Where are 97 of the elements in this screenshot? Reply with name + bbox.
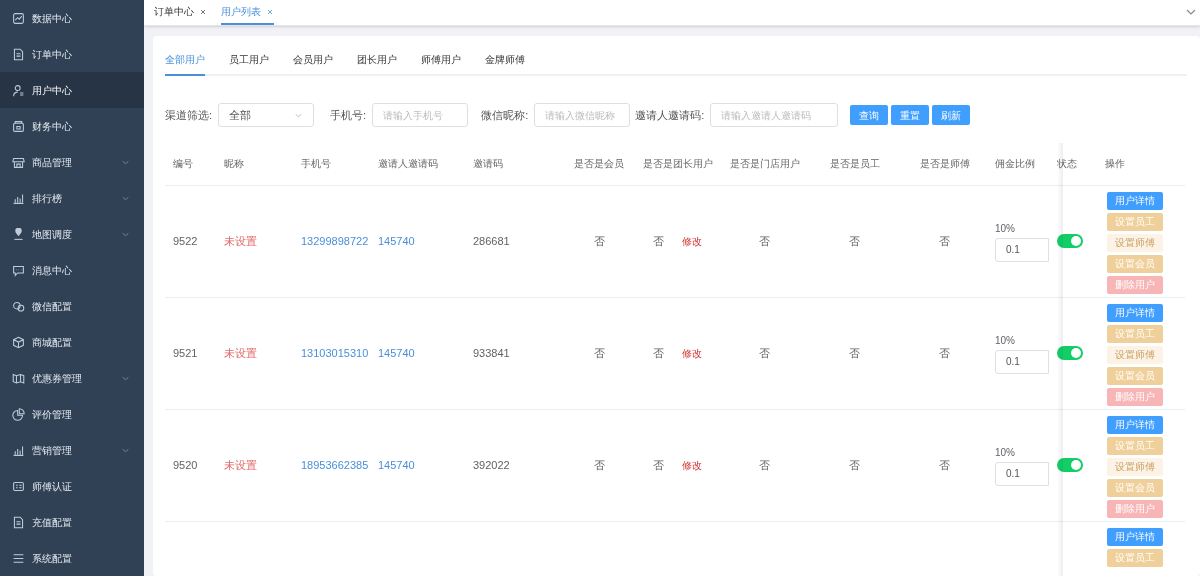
column-header: 昵称 [224,158,244,170]
toggle-switch[interactable] [1057,346,1083,360]
edit-link[interactable]: 修改 [682,347,702,359]
table-cell: 否 [653,458,664,471]
input-field[interactable]: 0.1 [995,461,1049,486]
close-icon[interactable] [266,7,274,16]
column-header: 编号 [173,158,193,170]
action-button[interactable]: 用户详情 [1107,415,1163,434]
column-header: 是否是员工 [829,158,880,170]
edit-link[interactable]: 修改 [682,459,702,471]
link[interactable]: 145740 [378,346,415,359]
chat-icon [12,263,25,277]
link[interactable]: 13299898722 [301,234,369,247]
field-label: 邀请人邀请码: [635,107,705,123]
table-cell: 9522 [173,234,198,247]
box-icon [12,335,25,349]
table-cell: 否 [849,234,860,247]
table-cell: 否 [759,458,770,471]
table-cell: 9520 [173,458,198,471]
table-cell: 933841 [473,346,510,359]
toggle-switch[interactable] [1057,234,1083,248]
table-cell: 否 [849,346,860,359]
sidebar-item[interactable]: 用户中心 [0,72,144,108]
filter-tab[interactable]: 师傅用户 [421,52,461,76]
column-header: 操作 [1105,158,1125,170]
table-cell: 392022 [473,458,510,471]
table-cell-text: 10% [995,333,1016,348]
table-cell: 286681 [473,234,510,247]
wallet-icon [12,119,25,133]
edit-link[interactable]: 修改 [682,235,702,247]
link[interactable]: 145740 [378,234,415,247]
location-pin-icon [12,227,25,241]
menu-icon [12,551,25,565]
table-cell: 否 [593,346,605,359]
input-field[interactable]: 0.1 [995,237,1049,262]
link[interactable]: 145740 [378,458,415,471]
filter-tab[interactable]: 团长用户 [357,52,397,76]
filter-tab[interactable]: 全部用户 [165,52,205,76]
table-cell: 否 [939,346,950,359]
toggle-switch[interactable] [1057,458,1083,472]
pie-chart-icon [12,407,25,421]
input-field[interactable]: 请输入邀请人邀请码 [710,103,839,127]
store-icon [12,155,25,169]
channel-select[interactable]: 全部 [218,103,315,127]
chart-icon [12,11,25,25]
bar-chart-icon [12,191,25,205]
table-cell: 否 [759,346,770,359]
column-header: 邀请码 [473,158,503,170]
table-cell: 否 [939,234,950,247]
close-icon[interactable] [199,7,207,16]
link[interactable]: 18953662385 [301,458,369,471]
map-icon [12,371,25,385]
table-cell: 否 [653,234,664,247]
column-header: 状态 [1057,158,1077,170]
field-label: 渠道筛选: [165,107,213,123]
column-header: 邀请人邀请码 [378,158,438,170]
id-card-icon [12,479,25,493]
column-header: 是否是团长用户 [642,158,713,170]
action-button[interactable]: 用户详情 [1107,303,1163,322]
column-header: 是否是门店用户 [730,158,800,170]
input-field[interactable]: 0.1 [995,349,1049,374]
table-cell: 否 [593,458,605,471]
page-tab[interactable]: 用户列表 [221,0,274,25]
table-cell: 否 [593,234,605,247]
table-cell: 否 [939,458,950,471]
document-icon [12,515,25,529]
filter-tab[interactable]: 员工用户 [229,52,269,76]
table-cell: 未设置 [224,458,257,471]
user-icon [12,83,25,97]
input-field[interactable]: 请输入手机号 [372,103,469,127]
action-button[interactable]: 重置 [891,105,930,125]
filter-tab[interactable]: 金牌师傅 [485,52,525,76]
table-cell-text: 10% [995,445,1016,460]
column-header: 手机号 [301,158,331,170]
document-icon [12,47,25,61]
table-cell: 9521 [173,346,198,359]
table-cell-text: 10% [995,221,1016,236]
action-button[interactable]: 用户详情 [1107,191,1163,210]
filter-tab[interactable]: 会员用户 [293,52,333,76]
table-cell: 否 [849,458,860,471]
table-cell: 未设置 [224,346,257,359]
page-tab[interactable]: 订单中心 [154,0,207,25]
column-header: 是否是会员 [574,158,624,170]
field-label: 手机号: [330,107,367,123]
bar-chart-icon [12,443,25,457]
action-button[interactable]: 查询 [850,105,889,125]
link[interactable]: 13103015310 [301,346,369,359]
table-cell: 否 [653,346,664,359]
table-cell: 未设置 [224,234,257,247]
chevron-down-icon[interactable] [1186,8,1196,16]
column-header: 是否是师傅 [919,158,970,170]
table-cell: 否 [759,234,770,247]
chat-bubbles-icon [12,299,25,313]
column-header: 佣金比例 [995,158,1035,170]
action-button[interactable]: 刷新 [932,105,971,125]
field-label: 微信昵称: [481,107,529,123]
action-button[interactable]: 用户详情 [1107,527,1163,546]
